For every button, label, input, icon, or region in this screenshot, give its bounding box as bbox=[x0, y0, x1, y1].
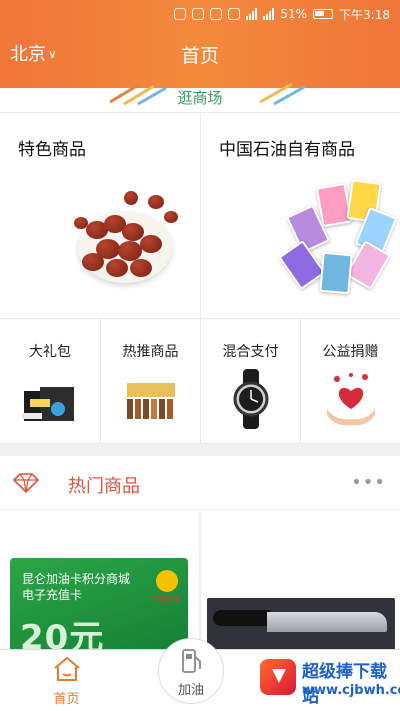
recharge-card-image: 昆仑加油卡积分商城 电子充值卡 20元 中国石油 bbox=[10, 558, 188, 652]
mute-icon bbox=[192, 8, 205, 20]
hot-products-header: 热门商品 ••• bbox=[0, 456, 400, 510]
nav-refuel-label: 加油 bbox=[177, 683, 204, 698]
hot-products-title: 热门商品 bbox=[68, 476, 140, 497]
category-row: 大礼包 热推商品 混合支付 公益捐赠 bbox=[0, 318, 400, 445]
snacks-image bbox=[127, 383, 175, 419]
featured-petrochina-goods[interactable]: 中国石油自有商品 bbox=[200, 113, 400, 319]
category-mixed-payment[interactable]: 混合支付 bbox=[200, 319, 300, 445]
category-label: 大礼包 bbox=[29, 344, 71, 360]
watch-image bbox=[233, 369, 269, 429]
eye-icon bbox=[228, 8, 241, 20]
category-hot-products[interactable]: 热推商品 bbox=[100, 319, 200, 445]
featured-title: 中国石油自有商品 bbox=[219, 140, 355, 160]
heart-hands-image bbox=[327, 373, 375, 426]
download-logo-icon bbox=[260, 659, 296, 695]
status-bar: 51% 下午3:18 bbox=[0, 0, 400, 28]
home-icon bbox=[53, 656, 80, 681]
battery-icon bbox=[313, 9, 334, 19]
product-line-2: 电子充值卡 bbox=[22, 588, 83, 602]
more-options-icon[interactable]: ••• bbox=[351, 472, 386, 493]
featured-title: 特色商品 bbox=[18, 140, 86, 160]
category-charity-donation[interactable]: 公益捐赠 bbox=[300, 319, 400, 445]
watermark-url: www.cjbwh.com bbox=[302, 683, 400, 698]
city-label: 北京 bbox=[10, 44, 46, 65]
nfc-icon bbox=[174, 8, 187, 20]
gift-pack-image bbox=[22, 387, 74, 421]
product-amount: 20元 bbox=[20, 618, 105, 652]
signal-icon bbox=[246, 8, 258, 20]
logo-text: 中国石油 bbox=[152, 595, 180, 603]
category-gift-pack[interactable]: 大礼包 bbox=[0, 319, 100, 445]
nav-refuel[interactable]: 加油 bbox=[158, 638, 224, 704]
category-label: 热推商品 bbox=[122, 344, 179, 360]
decorative-stripes-icon bbox=[110, 82, 307, 106]
status-time: 下午3:18 bbox=[339, 7, 390, 22]
diamond-icon bbox=[12, 473, 40, 494]
page-title: 首页 bbox=[180, 44, 219, 67]
mall-banner[interactable]: 逛商场 bbox=[0, 82, 400, 112]
watermark-title: 超级捧下载站 bbox=[302, 662, 387, 707]
product-card-recharge[interactable]: 昆仑加油卡积分商城 电子充值卡 20元 中国石油 bbox=[0, 512, 199, 652]
category-label: 公益捐赠 bbox=[322, 344, 379, 360]
top-header: 51% 下午3:18 北京 ∨ 首页 bbox=[0, 0, 400, 88]
product-grid: 昆仑加油卡积分商城 电子充值卡 20元 中国石油 bbox=[0, 512, 400, 652]
nav-home-label: 首页 bbox=[53, 692, 80, 707]
fuel-pump-icon bbox=[182, 649, 201, 673]
category-label: 混合支付 bbox=[222, 344, 279, 360]
nav-home[interactable]: 首页 bbox=[0, 650, 133, 711]
chevron-down-icon: ∨ bbox=[48, 47, 57, 61]
featured-section: 特色商品 中国石油自有商品 bbox=[0, 112, 400, 319]
signal-icon-2 bbox=[263, 8, 275, 20]
section-divider bbox=[0, 444, 400, 456]
download-site-watermark: 超级捧下载站 www.cjbwh.com bbox=[220, 649, 400, 711]
battery-percent: 51% bbox=[280, 7, 308, 21]
knife-image bbox=[207, 598, 395, 652]
product-card-knife[interactable] bbox=[201, 512, 400, 652]
petrochina-logo-icon bbox=[156, 570, 178, 592]
alarm-icon bbox=[210, 8, 223, 20]
featured-special-goods[interactable]: 特色商品 bbox=[0, 113, 200, 319]
product-line-1: 昆仑加油卡积分商城 bbox=[22, 572, 131, 586]
city-selector[interactable]: 北京 ∨ bbox=[10, 40, 57, 66]
nav-bar: 北京 ∨ 首页 bbox=[0, 28, 400, 80]
